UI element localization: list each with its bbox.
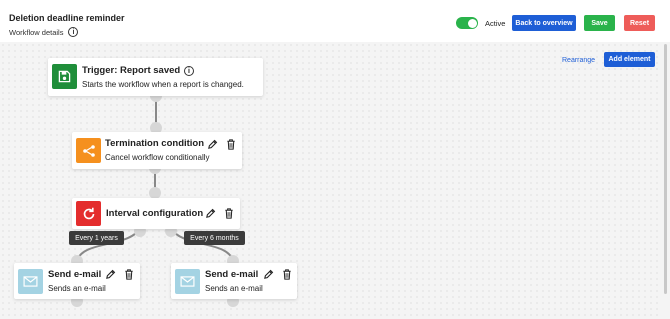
node-description: Cancel workflow conditionally xyxy=(105,153,210,162)
node-description: Sends an e-mail xyxy=(205,284,263,293)
mail-icon xyxy=(18,269,43,294)
termination-node[interactable]: Termination condition Cancel workflow co… xyxy=(72,132,242,169)
edge-label-right: Every 6 months xyxy=(184,231,245,245)
node-title: Send e-mail xyxy=(48,269,102,280)
branch-icon xyxy=(76,138,101,163)
node-title: Trigger: Report saved xyxy=(82,65,181,76)
edit-icon[interactable] xyxy=(105,269,116,280)
refresh-icon xyxy=(76,201,101,226)
rearrange-link[interactable]: Rearrange xyxy=(562,57,595,64)
edit-icon[interactable] xyxy=(207,139,218,150)
node-title: Send e-mail xyxy=(205,269,259,280)
node-description: Starts the workflow when a report is cha… xyxy=(82,80,244,89)
edge-label-left: Every 1 years xyxy=(69,231,124,245)
edit-icon[interactable] xyxy=(263,269,274,280)
mail-icon xyxy=(175,269,200,294)
edit-icon[interactable] xyxy=(205,208,216,219)
delete-icon[interactable] xyxy=(223,208,234,219)
node-title: Interval configuration xyxy=(106,208,204,219)
delete-icon[interactable] xyxy=(225,139,236,150)
node-description: Sends an e-mail xyxy=(48,284,106,293)
send-email-node[interactable]: Send e-mail Sends an e-mail xyxy=(14,263,140,299)
send-email-node[interactable]: Send e-mail Sends an e-mail xyxy=(171,263,297,299)
node-title: Termination condition xyxy=(105,138,205,149)
interval-node[interactable]: Interval configuration xyxy=(72,198,240,229)
add-element-button[interactable]: Add element xyxy=(604,52,655,67)
delete-icon[interactable] xyxy=(281,269,292,280)
trigger-node[interactable]: Trigger: Report saved i Starts the workf… xyxy=(48,58,263,96)
delete-icon[interactable] xyxy=(123,269,134,280)
info-icon[interactable]: i xyxy=(184,66,194,76)
save-icon xyxy=(52,64,77,89)
